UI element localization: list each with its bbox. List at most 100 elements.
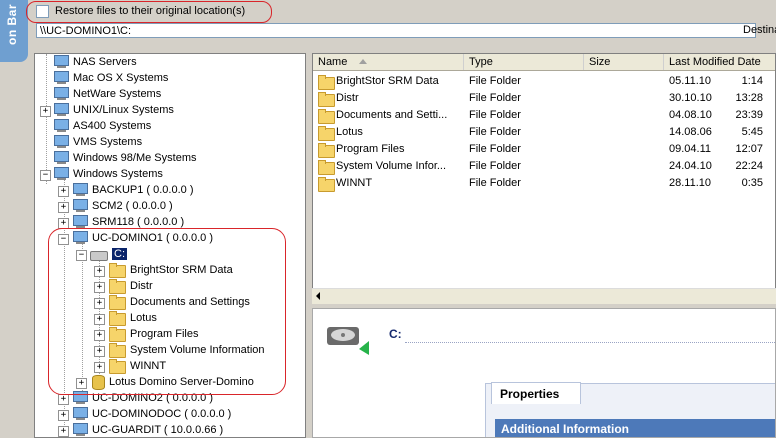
computer-icon [53, 119, 69, 133]
table-row[interactable]: WINNT File Folder 28.11.10 0:35 [313, 175, 775, 192]
file-date-cell: 28.11.10 [669, 177, 712, 189]
nas-server-icon [53, 55, 69, 69]
file-name-cell: Program Files [336, 143, 405, 155]
expand-icon[interactable]: + [58, 426, 69, 437]
column-header-label: Type [469, 56, 493, 68]
file-date-cell: 30.10.10 [669, 92, 712, 104]
tree-item-label: SRM118 ( 0.0.0.0 ) [92, 216, 185, 228]
tree-item-nas-servers[interactable]: NAS Servers [53, 54, 137, 70]
expand-icon[interactable]: + [58, 410, 69, 421]
file-name-cell: Documents and Setti... [336, 109, 448, 121]
tree-item-as400-systems[interactable]: AS400 Systems [53, 118, 151, 134]
tree-item-netware-systems[interactable]: NetWare Systems [53, 86, 161, 102]
file-time-cell: 5:45 [741, 126, 763, 138]
tab-properties[interactable]: Properties [491, 382, 581, 404]
tree-item-uc-guardit[interactable]: UC-GUARDIT ( 10.0.0.66 ) [72, 422, 223, 437]
column-header-name[interactable]: Name [313, 54, 464, 70]
tree-item-label: Windows Systems [73, 168, 163, 180]
file-date-cell: 24.04.10 [669, 160, 712, 172]
file-date-cell: 14.08.06 [669, 126, 712, 138]
tree-item-scm2[interactable]: SCM2 ( 0.0.0.0 ) [72, 198, 173, 214]
computer-icon [53, 71, 69, 85]
file-type-cell: File Folder [469, 126, 521, 138]
column-header-label: Name [318, 56, 348, 68]
computer-icon [72, 183, 88, 197]
expand-icon[interactable]: + [58, 202, 69, 213]
tree-item-uc-dominodoc[interactable]: UC-DOMINODOC ( 0.0.0.0 ) [72, 406, 231, 422]
side-tab-label: on Bar [5, 4, 19, 46]
file-list-header: Name Type Size Last Modified Date [313, 54, 775, 71]
tree-item-label: SCM2 ( 0.0.0.0 ) [92, 200, 173, 212]
folder-icon [318, 177, 335, 192]
file-name-cell: BrightStor SRM Data [336, 75, 439, 87]
tree-item-label: AS400 Systems [73, 120, 152, 132]
file-type-cell: File Folder [469, 92, 521, 104]
path-input[interactable]: \\UC-DOMINO1\C: [36, 23, 756, 38]
table-row[interactable]: BrightStor SRM Data File Folder 05.11.10 1:… [313, 73, 775, 90]
column-header-label: Last Modified Date [669, 56, 761, 68]
tree-item-windows-systems[interactable]: Windows Systems [53, 166, 163, 182]
file-time-cell: 13:28 [735, 92, 763, 104]
table-row[interactable]: Documents and Setti... File Folder 04.08.1… [313, 107, 775, 124]
file-time-cell: 23:39 [735, 109, 763, 121]
side-navigation-tab[interactable]: on Bar [0, 0, 28, 62]
details-panel: C: Properties Additional Information [312, 308, 776, 438]
table-row[interactable]: Distr File Folder 30.10.10 13:28 [313, 90, 775, 107]
tree-item-label: NAS Servers [73, 56, 137, 68]
tree-item-unix-linux-systems[interactable]: UNIX/Linux Systems [53, 102, 174, 118]
folder-icon [318, 92, 335, 107]
additional-information-header[interactable]: Additional Information [495, 419, 775, 437]
file-time-cell: 12:07 [735, 143, 763, 155]
computer-icon [72, 215, 88, 229]
tree-item-label: Windows 98/Me Systems [73, 152, 197, 164]
scroll-left-icon[interactable] [316, 292, 320, 300]
folder-icon [318, 75, 335, 90]
file-type-cell: File Folder [469, 143, 521, 155]
expand-icon[interactable]: + [58, 186, 69, 197]
column-header-label: Size [589, 56, 611, 68]
expand-icon[interactable]: + [58, 394, 69, 405]
file-name-cell: Lotus [336, 126, 363, 138]
computer-icon [72, 199, 88, 213]
folder-icon [318, 126, 335, 141]
collapse-icon[interactable]: − [40, 170, 51, 181]
folder-icon [318, 143, 335, 158]
column-header-type[interactable]: Type [464, 54, 584, 70]
details-divider [405, 342, 775, 343]
expand-icon[interactable]: + [40, 106, 51, 117]
restore-label: Restore files to their original location… [55, 5, 246, 17]
destination-label: Destina [743, 24, 776, 36]
computer-icon [53, 103, 69, 117]
horizontal-scrollbar[interactable] [312, 288, 776, 304]
table-row[interactable]: System Volume Infor... File Folder 24.04.1… [313, 158, 775, 175]
tree-item-mac-os-x-systems[interactable]: Mac OS X Systems [53, 70, 168, 86]
file-type-cell: File Folder [469, 160, 521, 172]
file-name-cell: Distr [336, 92, 359, 104]
file-list-panel[interactable]: Name Type Size Last Modified Date Bright… [312, 53, 776, 304]
table-row[interactable]: Program Files File Folder 09.04.11 12:07 [313, 141, 775, 158]
file-date-cell: 05.11.10 [669, 75, 712, 87]
tree-highlight-oval [48, 228, 286, 395]
column-header-size[interactable]: Size [584, 54, 664, 70]
sort-ascending-icon [359, 59, 367, 64]
file-date-cell: 09.04.11 [669, 143, 712, 155]
computer-icon [53, 135, 69, 149]
restore-checkbox[interactable] [36, 4, 49, 18]
column-header-last-modified[interactable]: Last Modified Date [664, 54, 775, 70]
file-time-cell: 1:14 [741, 75, 763, 87]
folder-icon [318, 160, 335, 175]
computer-icon [72, 407, 88, 421]
tree-item-backup1[interactable]: BACKUP1 ( 0.0.0.0 ) [72, 182, 194, 198]
tree-item-label: UC-DOMINODOC ( 0.0.0.0 ) [92, 408, 232, 420]
computer-icon [72, 423, 88, 437]
folder-icon [318, 109, 335, 124]
restore-option[interactable]: Restore files to their original location… [36, 3, 245, 19]
tree-item-label: NetWare Systems [73, 88, 162, 100]
tree-item-windows-98-me-systems[interactable]: Windows 98/Me Systems [53, 150, 196, 166]
computer-icon [53, 151, 69, 165]
tree-guide-line [46, 54, 47, 184]
tree-item-label: Mac OS X Systems [73, 72, 169, 84]
file-date-cell: 04.08.10 [669, 109, 712, 121]
tree-item-vms-systems[interactable]: VMS Systems [53, 134, 142, 150]
table-row[interactable]: Lotus File Folder 14.08.06 5:45 [313, 124, 775, 141]
